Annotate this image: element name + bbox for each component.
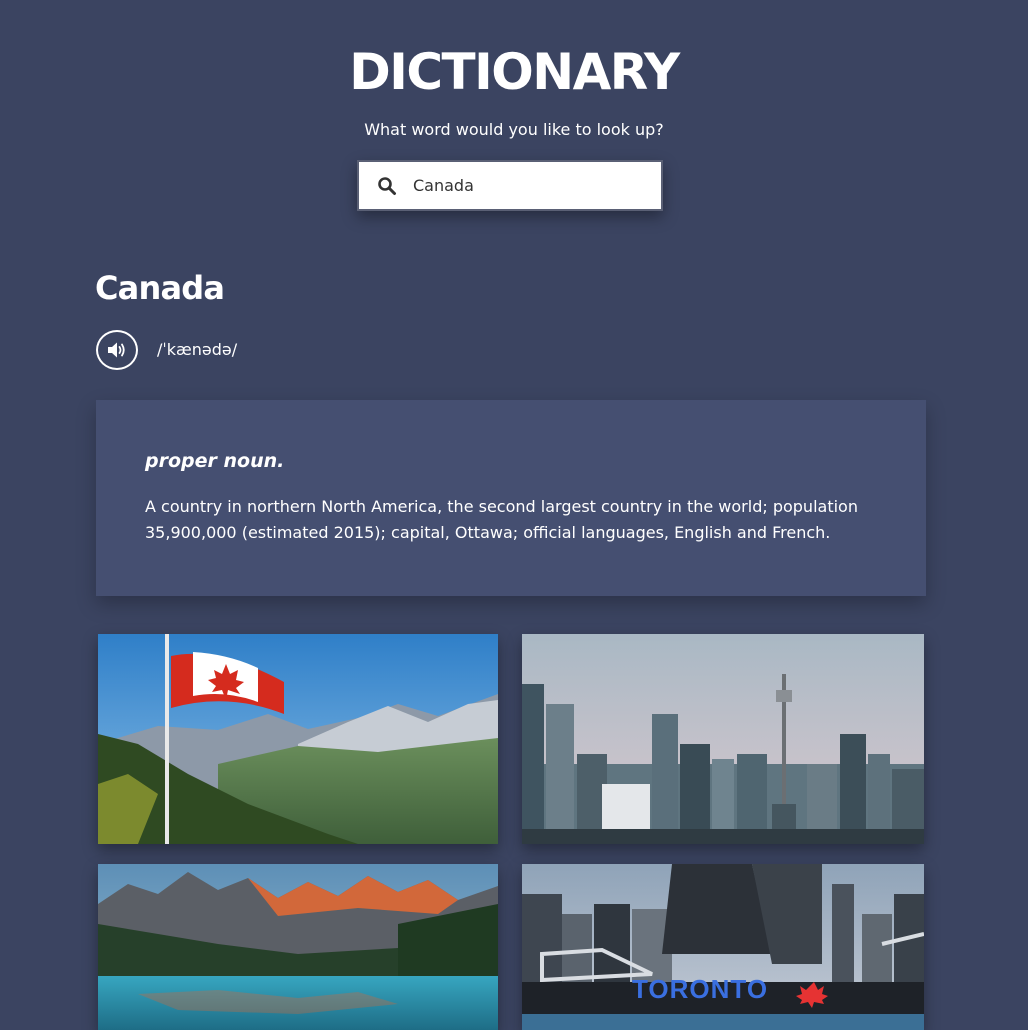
photo-canada-flag-mountains (98, 634, 498, 844)
play-pronunciation-button[interactable] (96, 330, 138, 370)
definition-text: A country in northern North America, the… (145, 497, 858, 542)
photo-mountain-lake (98, 864, 498, 1030)
toronto-sign-text: TORONTO (632, 974, 768, 1004)
phonetic-text: /ˈkænədə/ (157, 340, 238, 359)
word-heading: Canada (95, 269, 225, 307)
speaker-icon (108, 342, 125, 358)
part-of-speech: proper noun. (145, 450, 285, 472)
photo-toronto-sign: TORONTO (522, 864, 924, 1030)
dictionary-page: DICTIONARY What word would you like to l… (0, 0, 1028, 1030)
app-title: DICTIONARY (349, 43, 680, 101)
search-box[interactable] (357, 160, 663, 211)
definition-card: proper noun. A country in northern North… (96, 400, 926, 596)
search-input[interactable] (413, 170, 633, 201)
photo-toronto-skyline (522, 634, 924, 844)
search-icon (378, 176, 396, 195)
search-prompt: What word would you like to look up? (364, 120, 664, 139)
